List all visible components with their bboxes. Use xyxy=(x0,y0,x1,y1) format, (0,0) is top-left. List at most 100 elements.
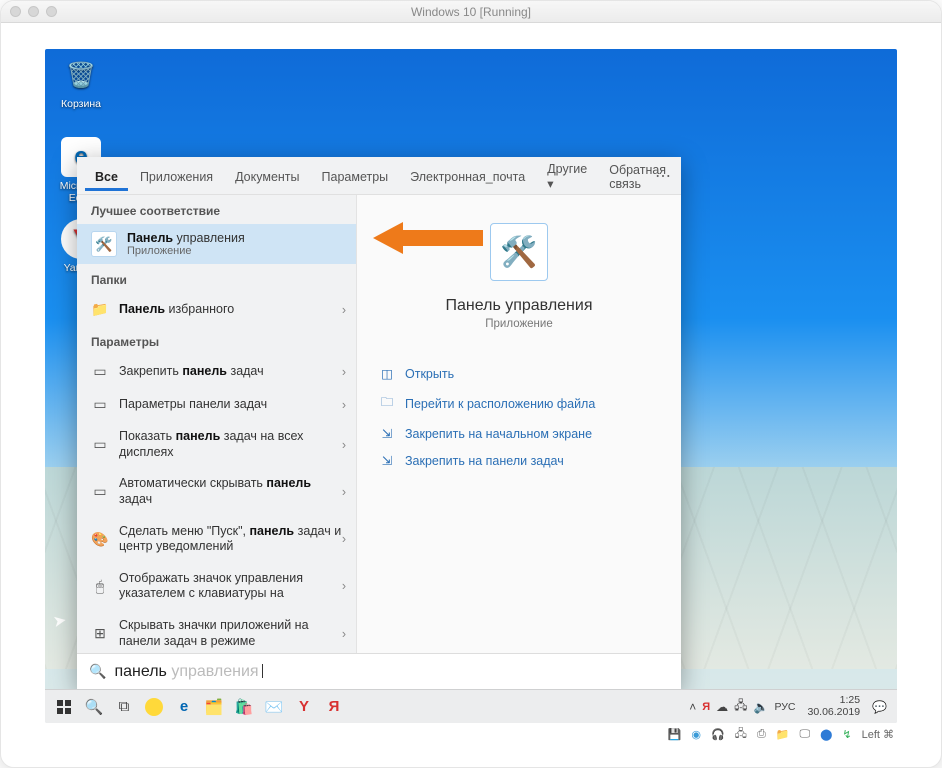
setting-label: Автоматически скрывать панель задач xyxy=(119,476,342,507)
setting-result[interactable]: ▭ Показать панель задач на всех дисплеях… xyxy=(77,421,356,468)
taskbar-icon: ▭ xyxy=(91,363,109,380)
vm-display-icon[interactable]: 🖵 xyxy=(796,728,813,741)
vm-recording-icon[interactable]: ⬤ xyxy=(817,728,835,741)
host-titlebar: Windows 10 [Running] xyxy=(1,1,941,23)
system-tray[interactable]: ˄ Я ☁ 🖧 🔈 РУС 1:25 30.06.2019 💬 xyxy=(689,695,893,717)
results-list: Лучшее соответствие 🛠️ Панель управления… xyxy=(77,195,357,653)
chevron-right-icon: › xyxy=(342,627,346,641)
vm-host-key: Left ⌘ xyxy=(859,728,897,741)
close-dot[interactable] xyxy=(10,6,21,17)
taskbar-search-button[interactable]: 🔍 xyxy=(79,692,109,722)
vm-capture-icon[interactable]: ↯ xyxy=(839,728,854,741)
desktop-icon-label: Корзина xyxy=(51,98,111,110)
action-label: Закрепить на панели задач xyxy=(405,454,564,468)
vm-screen: 🗑️ Корзина e Microsoft Edge Y Yandex ➤ В… xyxy=(45,49,897,723)
palette-icon: 🎨 xyxy=(91,531,109,548)
taskbar-app-explorer[interactable]: 🗂️ xyxy=(199,692,229,722)
tab-more[interactable]: Другие ▾ xyxy=(537,153,597,198)
chevron-right-icon: › xyxy=(342,579,346,593)
tray-language[interactable]: РУС xyxy=(774,701,795,713)
vm-disk-icon[interactable]: 💾 xyxy=(665,728,685,741)
taskbar-icon: ▭ xyxy=(91,436,109,453)
tray-network-icon[interactable]: 🖧 xyxy=(734,696,747,717)
setting-result[interactable]: ▭ Автоматически скрывать панель задач › xyxy=(77,468,356,515)
min-dot[interactable] xyxy=(28,6,39,17)
recycle-bin-icon: 🗑️ xyxy=(61,55,101,95)
mouse-icon: 🖱 xyxy=(91,578,109,595)
setting-label: Параметры панели задач xyxy=(119,397,342,413)
setting-label: Отображать значок управления указателем … xyxy=(119,571,342,602)
setting-result[interactable]: ▭ Параметры панели задач › xyxy=(77,388,356,421)
chevron-right-icon: › xyxy=(342,365,346,379)
search-typed-text: панель xyxy=(114,663,166,680)
section-params: Параметры xyxy=(77,326,356,355)
chevron-right-icon: › xyxy=(342,398,346,412)
action-pin-start[interactable]: ⇲ Закрепить на начальном экране xyxy=(357,420,681,447)
tab-email[interactable]: Электронная_почта xyxy=(400,161,535,191)
taskbar-app-store[interactable]: 🛍️ xyxy=(229,692,259,722)
folder-result[interactable]: 📁 Панель избранного › xyxy=(77,293,356,326)
tabs-overflow-icon[interactable]: ⋯ xyxy=(655,166,671,186)
tab-docs[interactable]: Документы xyxy=(225,161,309,191)
pin-icon: ⇲ xyxy=(379,453,395,468)
vm-shared-folder-icon[interactable]: 📁 xyxy=(773,728,793,741)
taskbar-app-yandex[interactable] xyxy=(139,692,169,722)
best-match-subtitle: Приложение xyxy=(127,245,245,257)
section-best-match: Лучшее соответствие xyxy=(77,195,356,224)
start-button[interactable] xyxy=(49,692,79,722)
vm-network-icon[interactable]: 🖧 xyxy=(732,725,750,744)
action-pin-taskbar[interactable]: ⇲ Закрепить на панели задач xyxy=(357,447,681,474)
folder-open-icon: 🗀 xyxy=(379,393,395,414)
setting-label: Сделать меню "Пуск", панель задач и цент… xyxy=(119,524,342,555)
vm-audio-icon[interactable]: 🎧 xyxy=(708,728,728,741)
taskbar-app-edge[interactable]: e xyxy=(169,692,199,722)
tab-all[interactable]: Все xyxy=(85,161,128,191)
tray-chevron-up-icon[interactable]: ˄ xyxy=(689,700,696,714)
chevron-right-icon: › xyxy=(342,485,346,499)
setting-result[interactable]: 🎨 Сделать меню "Пуск", панель задач и це… xyxy=(77,516,356,563)
chevron-right-icon: › xyxy=(342,438,346,452)
folder-icon: 📁 xyxy=(91,301,109,318)
action-label: Закрепить на начальном экране xyxy=(405,427,592,441)
setting-result[interactable]: 🖱 Отображать значок управления указателе… xyxy=(77,563,356,610)
action-label: Перейти к расположению файла xyxy=(405,397,595,411)
setting-label: Закрепить панель задач xyxy=(119,364,342,380)
taskbar-app-yandex-browser[interactable]: Y xyxy=(289,692,319,722)
action-open-location[interactable]: 🗀 Перейти к расположению файла xyxy=(357,387,681,420)
taskbar-clock[interactable]: 1:25 30.06.2019 xyxy=(801,695,866,717)
action-open[interactable]: ◫ Открыть xyxy=(357,360,681,387)
tab-apps[interactable]: Приложения xyxy=(130,161,223,191)
details-subtitle: Приложение xyxy=(485,318,552,330)
setting-result[interactable]: ⊞ Скрывать значки приложений на панели з… xyxy=(77,610,356,653)
tray-volume-icon[interactable]: 🔈 xyxy=(754,700,769,714)
task-view-button[interactable]: ⧉ xyxy=(109,692,139,722)
setting-result[interactable]: ▭ Закрепить панель задач › xyxy=(77,355,356,388)
setting-label: Скрывать значки приложений на панели зад… xyxy=(119,618,342,649)
desktop-icon-recycle[interactable]: 🗑️ Корзина xyxy=(51,55,111,110)
taskbar-app-mail[interactable]: ✉️ xyxy=(259,692,289,722)
start-search-panel: Все Приложения Документы Параметры Элект… xyxy=(77,157,681,689)
search-tabs: Все Приложения Документы Параметры Элект… xyxy=(77,157,681,195)
setting-label: Показать панель задач на всех дисплеях xyxy=(119,429,342,460)
host-title: Windows 10 [Running] xyxy=(411,5,531,19)
vm-usb-icon[interactable]: ⎙ xyxy=(754,728,769,741)
open-icon: ◫ xyxy=(379,366,395,381)
taskbar-icon: ▭ xyxy=(91,483,109,500)
clock-time: 1:25 xyxy=(840,695,860,706)
tab-settings[interactable]: Параметры xyxy=(312,161,399,191)
tray-onedrive-icon[interactable]: ☁ xyxy=(716,700,728,714)
vm-optical-icon[interactable]: ◉ xyxy=(688,728,704,741)
action-center-icon[interactable]: 💬 xyxy=(872,700,887,714)
search-bar[interactable]: 🔍 панель управления xyxy=(77,653,681,689)
vm-host-statusbar: 💾 ◉ 🎧 🖧 ⎙ 📁 🖵 ⬤ ↯ Left ⌘ xyxy=(45,725,897,743)
search-icon: 🔍 xyxy=(89,663,106,680)
details-title: Панель управления xyxy=(446,297,593,315)
max-dot[interactable] xyxy=(46,6,57,17)
tray-yandex-icon[interactable]: Я xyxy=(702,701,710,713)
best-match-item[interactable]: 🛠️ Панель управления Приложение xyxy=(77,224,356,264)
traffic-lights[interactable] xyxy=(10,6,57,17)
folder-result-label: Панель избранного xyxy=(119,302,342,318)
taskbar-app-yandex-search[interactable]: Я xyxy=(319,692,349,722)
action-label: Открыть xyxy=(405,367,454,381)
control-panel-icon: 🛠️ xyxy=(91,231,117,257)
